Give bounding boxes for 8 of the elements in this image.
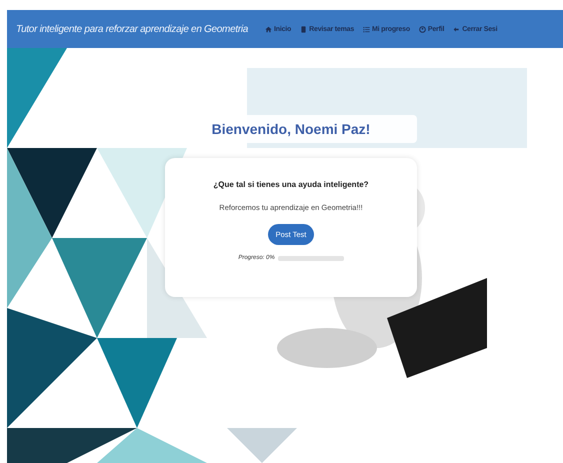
user-icon: [418, 26, 426, 32]
welcome-heading: Bienvenido, Noemi Paz!: [212, 121, 370, 137]
app-title: Tutor inteligente para reforzar aprendizaje en Geometria: [16, 24, 248, 34]
home-icon: [265, 26, 272, 32]
list-icon: [363, 26, 370, 32]
card-heading: ¿Que tal si tienes una ayuda inteligente?: [213, 180, 369, 189]
logout-icon: [453, 26, 460, 32]
book-icon: [300, 26, 308, 32]
